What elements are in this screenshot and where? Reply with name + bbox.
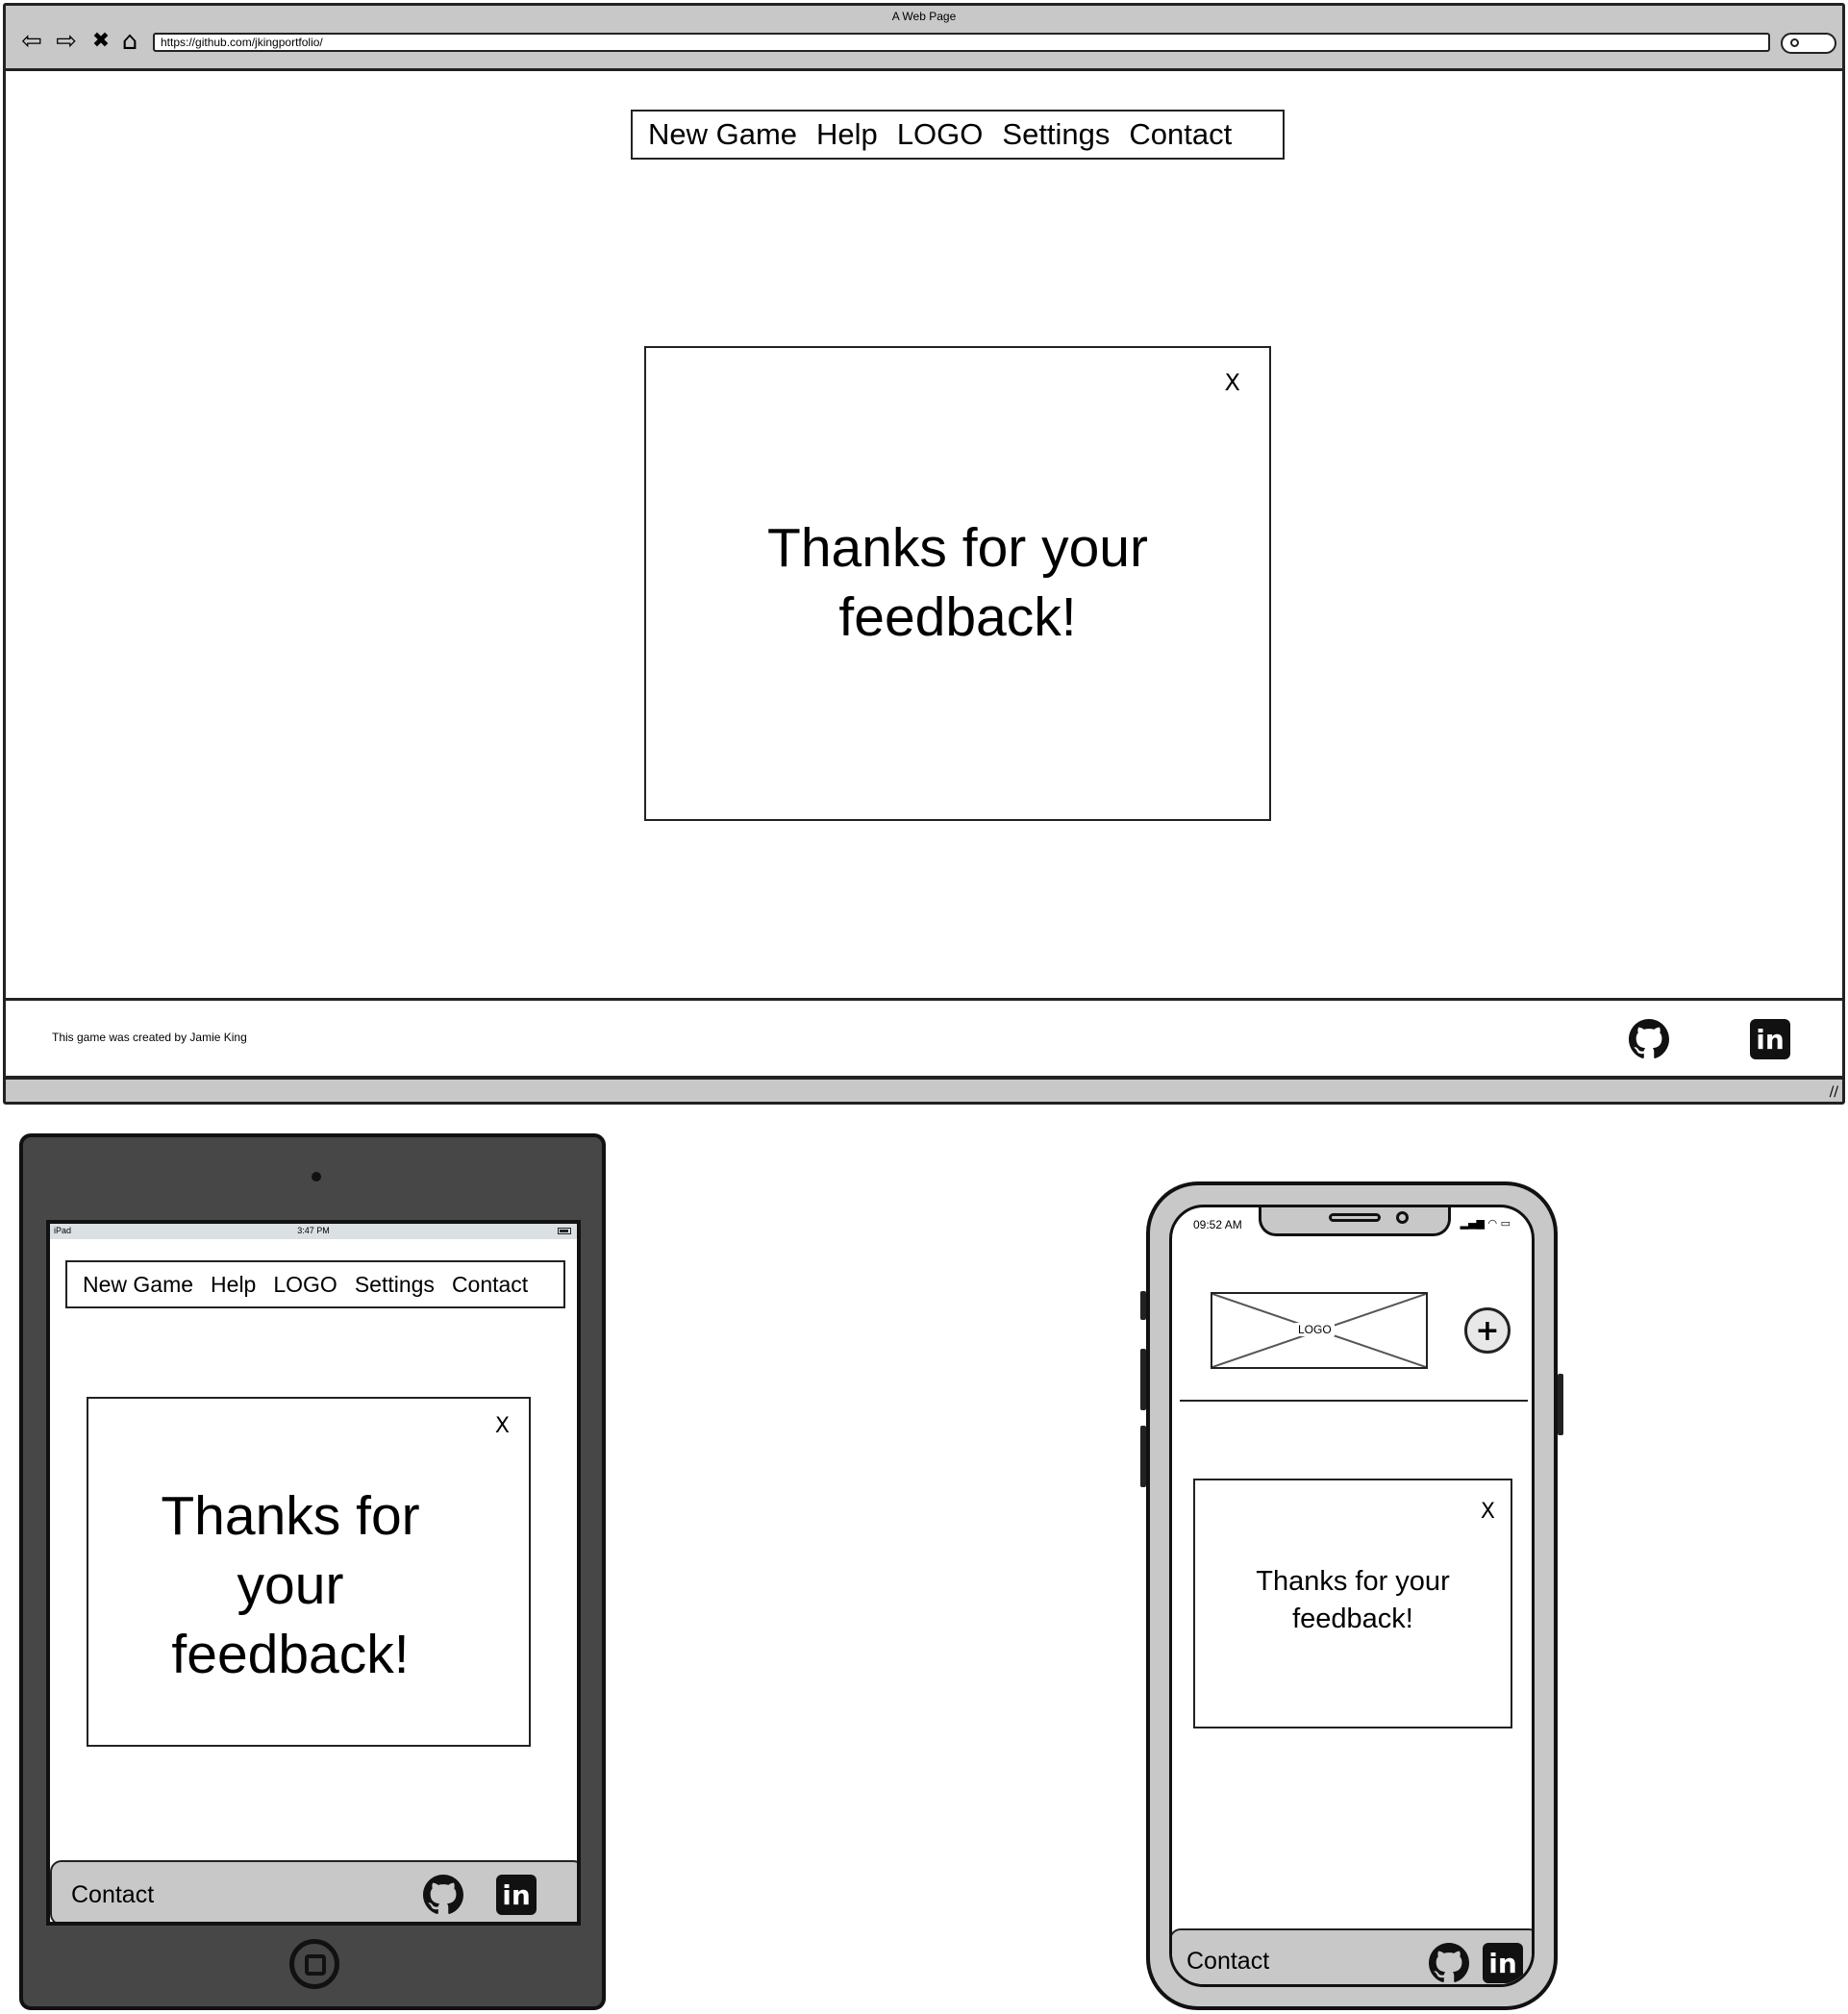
modal-message-line: feedback! — [1292, 1604, 1413, 1634]
desktop-footer: This game was created by Jamie King in — [3, 998, 1845, 1079]
nav-logo[interactable]: LOGO — [897, 117, 984, 152]
tablet-camera — [312, 1172, 321, 1181]
phone-camera — [1396, 1211, 1409, 1224]
modal-message-line: Thanks for your — [1256, 1566, 1450, 1597]
linkedin-icon[interactable]: in — [496, 1875, 537, 1915]
github-icon[interactable] — [1429, 1943, 1469, 1983]
forward-arrow-icon[interactable]: ⇨ — [52, 27, 81, 56]
modal-message-line: Thanks for your — [767, 517, 1148, 579]
linkedin-icon[interactable]: in — [1483, 1943, 1523, 1983]
nav-contact[interactable]: Contact — [1129, 117, 1232, 152]
nav-logo[interactable]: LOGO — [273, 1272, 337, 1298]
back-arrow-icon[interactable]: ⇦ — [17, 27, 46, 56]
modal-message: Thanks for your feedback! — [117, 1481, 463, 1689]
logo-label: LOGO — [1295, 1323, 1335, 1336]
signal-wifi-battery-icon: ▂▄▆ ◠ ▭ — [1460, 1217, 1511, 1230]
feedback-modal: X Thanks for your feedback! — [644, 346, 1271, 821]
modal-close-button[interactable]: X — [1481, 1500, 1495, 1524]
tablet-footer: Contact in — [50, 1860, 577, 1922]
nav-contact[interactable]: Contact — [452, 1272, 528, 1298]
phone-side-button — [1140, 1291, 1146, 1320]
nav-settings[interactable]: Settings — [355, 1272, 435, 1298]
tablet-clock: 3:47 PM — [297, 1226, 330, 1235]
address-bar[interactable]: https://github.com/jkingportfolio/ — [153, 33, 1770, 52]
phone-clock: 09:52 AM — [1193, 1218, 1242, 1231]
tablet-status-bar: iPad 3:47 PM — [50, 1224, 577, 1239]
tablet-mockup: iPad 3:47 PM New Game Help LOGO Settings… — [19, 1133, 606, 2010]
footer-contact-link[interactable]: Contact — [1186, 1948, 1269, 1976]
plus-icon[interactable]: + — [1464, 1307, 1511, 1354]
nav-new-game[interactable]: New Game — [648, 117, 797, 152]
modal-message-line: Thanks for — [161, 1485, 420, 1547]
phone-side-button — [1140, 1426, 1146, 1487]
modal-message-line: feedback! — [838, 586, 1077, 648]
nav-settings[interactable]: Settings — [1002, 117, 1110, 152]
tablet-home-button[interactable] — [289, 1939, 339, 1989]
browser-window-title: A Web Page — [891, 10, 957, 23]
search-icon — [1790, 38, 1799, 47]
linkedin-icon[interactable]: in — [1750, 1019, 1790, 1059]
desktop-navbar: New Game Help LOGO Settings Contact — [631, 110, 1285, 160]
logo-placeholder[interactable]: LOGO — [1211, 1292, 1428, 1369]
footer-contact-link[interactable]: Contact — [71, 1881, 154, 1909]
phone-side-button — [1558, 1374, 1563, 1435]
nav-new-game[interactable]: New Game — [83, 1272, 193, 1298]
github-icon[interactable] — [423, 1875, 463, 1915]
header-divider — [1180, 1400, 1528, 1402]
modal-message: Thanks for your feedback! — [646, 513, 1269, 652]
browser-search-button[interactable] — [1781, 33, 1836, 54]
modal-close-button[interactable]: X — [495, 1414, 510, 1438]
modal-message-line: feedback! — [171, 1624, 410, 1685]
phone-side-button — [1140, 1349, 1146, 1410]
home-icon[interactable]: ⌂ — [115, 27, 144, 56]
modal-message: Thanks for your feedback! — [1195, 1563, 1511, 1638]
tablet-screen: iPad 3:47 PM New Game Help LOGO Settings… — [46, 1220, 581, 1926]
battery-icon — [558, 1228, 571, 1234]
footer-credit: This game was created by Jamie King — [52, 1031, 247, 1044]
modal-message-line: your — [237, 1554, 344, 1616]
feedback-modal: X Thanks for your feedback! — [1193, 1479, 1512, 1728]
stop-icon[interactable]: ✖ — [87, 27, 115, 56]
nav-help[interactable]: Help — [211, 1272, 256, 1298]
desktop-browser-mockup: A Web Page ⇦ ⇨ ✖ ⌂ https://github.com/jk… — [3, 3, 1845, 1105]
phone-screen: 09:52 AM ▂▄▆ ◠ ▭ LOGO + X Thanks for you… — [1169, 1205, 1535, 1987]
browser-toolbar: A Web Page ⇦ ⇨ ✖ ⌂ https://github.com/jk… — [6, 6, 1842, 71]
phone-mockup: 09:52 AM ▂▄▆ ◠ ▭ LOGO + X Thanks for you… — [1140, 1181, 1563, 2010]
phone-notch — [1259, 1207, 1451, 1236]
github-icon[interactable] — [1629, 1019, 1669, 1059]
browser-status-bar: // — [6, 1077, 1842, 1102]
phone-speaker — [1329, 1213, 1381, 1222]
nav-help[interactable]: Help — [816, 117, 878, 152]
resize-grip-icon[interactable]: // — [1830, 1084, 1838, 1100]
modal-close-button[interactable]: X — [1225, 369, 1240, 396]
feedback-modal: X Thanks for your feedback! — [87, 1397, 531, 1747]
phone-footer: Contact in — [1172, 1928, 1532, 1984]
tablet-navbar: New Game Help LOGO Settings Contact — [65, 1260, 565, 1308]
